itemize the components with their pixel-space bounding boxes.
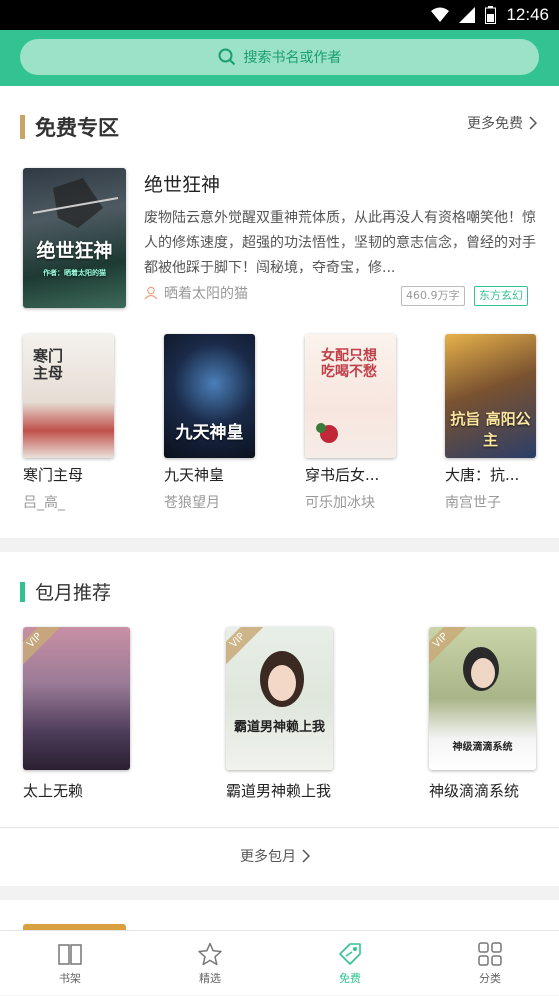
divider <box>0 827 559 828</box>
book-icon <box>58 943 82 965</box>
book-title: 太上无赖 <box>23 782 84 800</box>
book-title: 霸道男神赖上我 <box>226 782 332 800</box>
tab-free[interactable]: 免费 <box>280 931 420 996</box>
more-free-link[interactable]: 更多免费 <box>467 113 537 133</box>
book-title: 穿书后女... <box>305 466 380 484</box>
search-input[interactable]: 搜索书名或作者 <box>20 39 539 75</box>
next-section <box>0 900 559 930</box>
book-author: 可乐加冰块 <box>305 495 375 511</box>
chevron-right-icon <box>302 849 310 863</box>
book-cover[interactable]: VIP 神级滴滴系统 <box>429 627 536 770</box>
star-icon <box>198 942 222 965</box>
section-accent-bar <box>20 581 25 602</box>
status-icons: 12:46 <box>431 4 549 26</box>
search-placeholder: 搜索书名或作者 <box>243 50 342 66</box>
cover-art <box>260 651 304 707</box>
book-cover[interactable]: 九天神皇 <box>164 334 255 458</box>
book-title: 大唐：抗... <box>445 466 520 484</box>
tab-category[interactable]: 分类 <box>420 931 559 996</box>
book-title: 寒门主母 <box>23 466 84 484</box>
cover-title: 霸道男神赖上我 <box>234 720 326 735</box>
cover-title: 九天神皇 <box>175 423 244 443</box>
book-cover[interactable]: 女配只想吃喝不愁 <box>305 334 396 458</box>
category-badge: 东方玄幻 <box>474 286 528 306</box>
book-cover[interactable]: 绝世狂神 作者：晒着太阳的猫 <box>23 168 126 308</box>
book-title: 九天神皇 <box>164 466 225 484</box>
header: 搜索书名或作者 <box>0 30 559 86</box>
wifi-icon <box>431 7 450 22</box>
book-cover[interactable]: VIP <box>23 627 130 770</box>
signal-icon <box>459 7 476 23</box>
cover-author: 作者：晒着太阳的猫 <box>43 269 106 277</box>
tab-bookshelf[interactable]: 书架 <box>0 931 140 996</box>
grid-icon <box>478 941 502 966</box>
cover-title: 神级滴滴系统 <box>452 742 513 753</box>
cover-title: 抗旨 高阳公主 <box>450 410 531 449</box>
word-count-badge: 460.9万字 <box>401 286 465 306</box>
book-author: 苍狼望月 <box>164 495 220 511</box>
bottom-tab-bar: 书架 精选 免费 分类 <box>0 930 559 995</box>
monthly-section-title: 包月推荐 <box>20 578 111 605</box>
book-cover[interactable]: VIP 霸道男神赖上我 <box>226 627 333 770</box>
status-time: 12:46 <box>506 5 549 24</box>
cover-title: 绝世狂神 <box>36 240 113 262</box>
more-monthly-link[interactable]: 更多包月 <box>240 846 310 866</box>
book-author: 吕_高_ <box>23 495 65 511</box>
chevron-right-icon <box>529 116 537 130</box>
status-bar: 12:46 <box>0 0 559 30</box>
featured-title: 绝世狂神 <box>144 174 221 196</box>
monthly-section: 包月推荐 VIP 太上无赖 VIP 霸道男神赖上我 霸道男神赖上我 VIP 神级… <box>0 552 559 886</box>
book-cover[interactable]: 寒门主母 <box>23 334 114 458</box>
book-author: 南宫世子 <box>445 495 501 511</box>
search-icon <box>218 48 235 66</box>
featured-description: 废物陆云意外觉醒双重神荒体质，从此再没人有资格嘲笑他！惊人的修炼速度，超强的功法… <box>144 210 536 276</box>
section-accent-bar <box>20 115 25 139</box>
vip-badge: VIP <box>23 627 61 667</box>
book-cover[interactable]: 抗旨 高阳公主 <box>445 334 536 458</box>
cover-title: 寒门主母 <box>33 347 64 382</box>
featured-author: 晒着太阳的猫 <box>164 286 248 302</box>
free-section: 免费专区 更多免费 绝世狂神 作者：晒着太阳的猫 绝世狂神 废物陆云意外觉醒双重… <box>0 86 559 538</box>
author-icon <box>144 286 158 300</box>
free-section-title: 免费专区 <box>20 112 119 142</box>
tag-icon <box>339 942 361 965</box>
rose-art <box>316 423 338 443</box>
book-title: 神级滴滴系统 <box>429 782 520 800</box>
tab-featured[interactable]: 精选 <box>140 931 280 996</box>
battery-icon <box>485 6 497 24</box>
